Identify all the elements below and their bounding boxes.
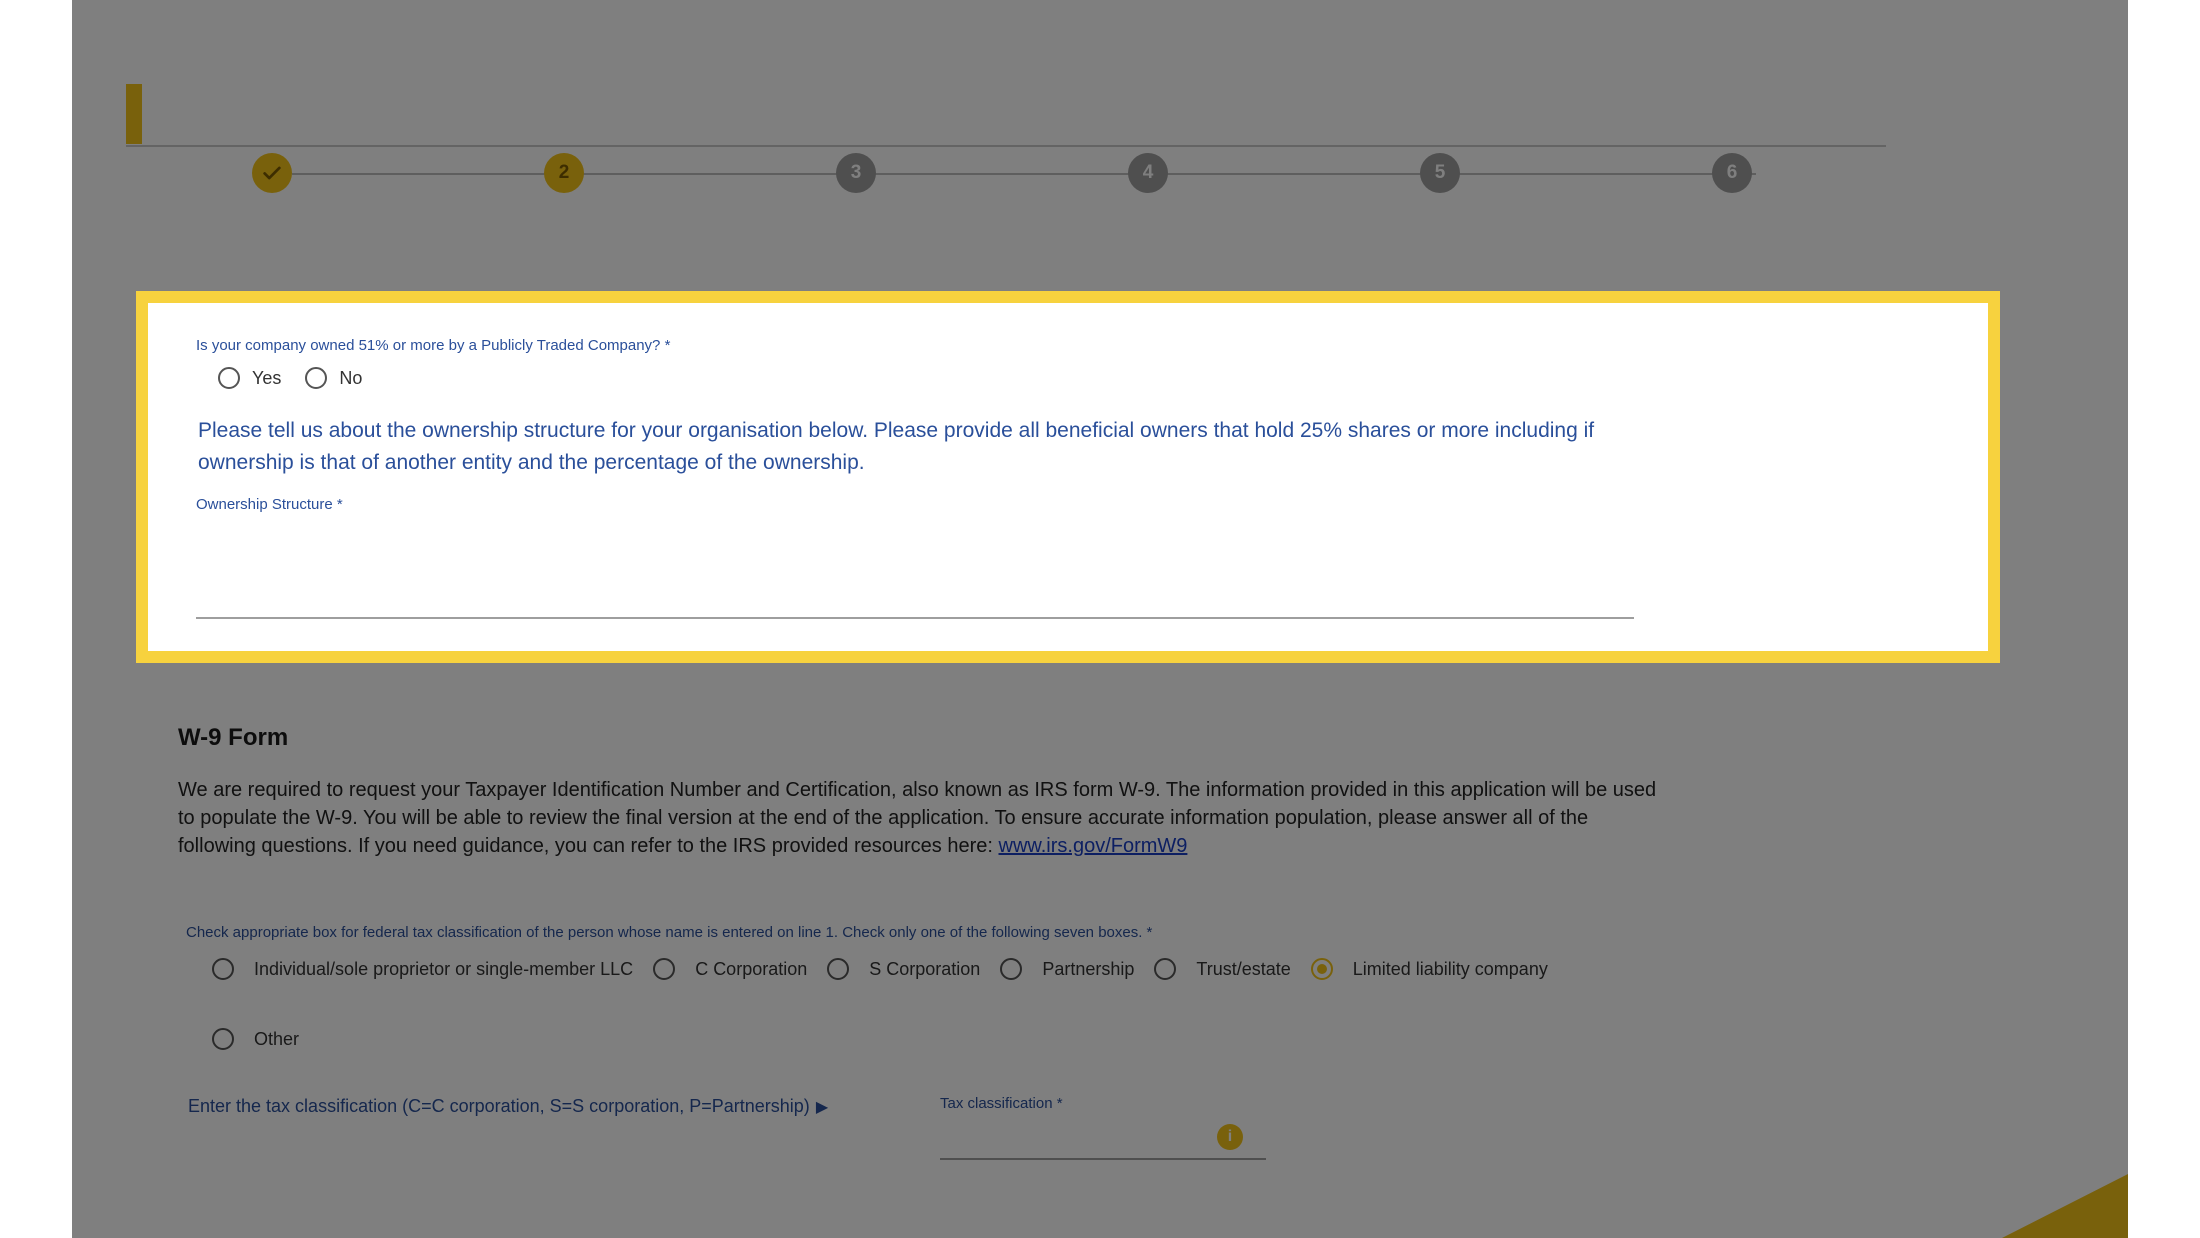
option-label: Limited liability company	[1352, 958, 1548, 979]
option-label: No	[339, 367, 363, 388]
info-icon[interactable]: i	[1217, 1124, 1243, 1150]
radio-yes[interactable]	[218, 367, 240, 389]
publicly-traded-options: Yes No	[218, 367, 386, 389]
tax-classification-options: Individual/sole proprietor or single-mem…	[212, 958, 1712, 1050]
step-label: Your contracts	[1662, 220, 1802, 245]
option-label: Other	[254, 1028, 300, 1049]
radio-limited-liability-company[interactable]	[1310, 958, 1333, 980]
step-related-individuals[interactable]: 5 Related Individuals	[1310, 153, 1570, 248]
radio-no[interactable]	[305, 367, 328, 389]
w9-title: W-9 Form	[178, 724, 289, 751]
check-icon	[252, 153, 292, 193]
step-your-contracts[interactable]: 6 Your contracts	[1602, 153, 1862, 248]
step-label: Business Information	[508, 220, 620, 276]
enter-tax-classification-label: Enter the tax classification (C=C corpor…	[188, 1096, 828, 1117]
enter-tax-classification-text: Enter the tax classification (C=C corpor…	[188, 1096, 810, 1116]
option-label: C Corporation	[695, 958, 808, 979]
step-number: 6	[1712, 153, 1752, 193]
step-number: 4	[1128, 153, 1168, 193]
option-label: Individual/sole proprietor or single-mem…	[254, 958, 634, 979]
w9-description-text: We are required to request your Taxpayer…	[178, 779, 1657, 857]
irs-form-w9-link[interactable]: www.irs.gov/FormW9	[999, 835, 1188, 857]
progress-stepper: Welcome 2 Business Information 3 About y…	[72, 0, 2128, 300]
corner-decoration	[2002, 1174, 2128, 1238]
option-label: Partnership	[1042, 958, 1135, 979]
radio-s-corporation[interactable]	[827, 958, 850, 980]
step-fees-payments[interactable]: 4 Fees & Payments	[1018, 153, 1278, 248]
ownership-structure-underline	[196, 617, 1634, 619]
step-number: 3	[836, 153, 876, 193]
ownership-description: Please tell us about the ownership struc…	[198, 419, 1595, 474]
tax-classification-field[interactable]	[940, 1158, 1266, 1160]
step-label: Fees & Payments	[1061, 220, 1235, 245]
ownership-highlight-panel: Is your company owned 51% or more by a P…	[136, 291, 2000, 663]
step-number: 5	[1420, 153, 1460, 193]
arrow-right-icon: ▶	[815, 1099, 829, 1116]
ownership-structure-field[interactable]	[196, 583, 1638, 617]
publicly-traded-question: Is your company owned 51% or more by a P…	[196, 337, 671, 354]
step-label: About your account	[761, 220, 951, 245]
tax-classification-question: Check appropriate box for federal tax cl…	[186, 924, 1153, 941]
option-label: S Corporation	[869, 958, 981, 979]
radio-other[interactable]	[212, 1028, 234, 1050]
radio-individual[interactable]	[212, 958, 234, 980]
step-about-your-account[interactable]: 3 About your account	[726, 153, 986, 248]
application-page: Welcome 2 Business Information 3 About y…	[72, 0, 2128, 1238]
ownership-structure-label: Ownership Structure *	[196, 496, 343, 513]
option-label: Yes	[252, 367, 282, 388]
step-label: Related Individuals	[1347, 220, 1533, 245]
option-label: Trust/estate	[1196, 958, 1291, 979]
tax-classification-label: Tax classification *	[940, 1095, 1063, 1112]
step-number: 2	[544, 153, 584, 193]
radio-trust-estate[interactable]	[1154, 958, 1177, 980]
step-welcome[interactable]: Welcome	[142, 153, 402, 248]
step-label: Welcome	[226, 220, 318, 245]
step-business-information[interactable]: 2 Business Information	[434, 153, 694, 279]
radio-c-corporation[interactable]	[653, 958, 676, 980]
radio-partnership[interactable]	[1000, 958, 1023, 980]
w9-description: We are required to request your Taxpayer…	[178, 776, 1658, 860]
